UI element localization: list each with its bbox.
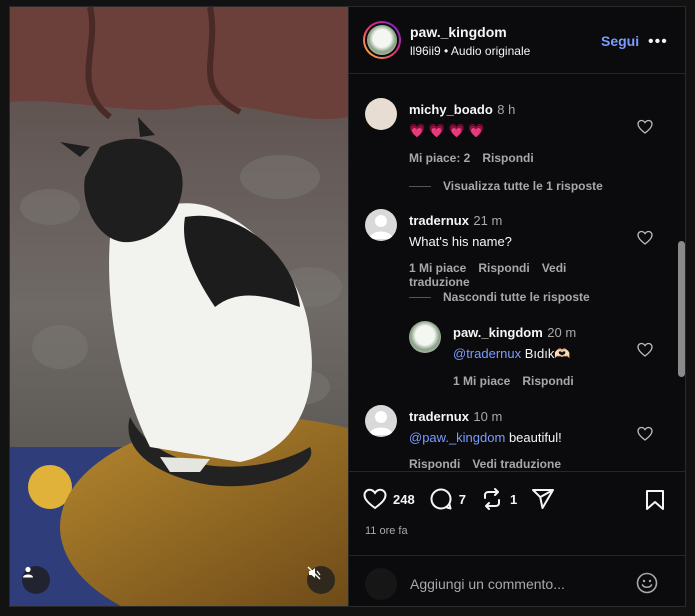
comment-text: Bıdık🫶🏻	[524, 346, 571, 361]
comment-text: 💗 💗 💗 💗	[409, 123, 485, 138]
heart-icon[interactable]	[637, 230, 653, 246]
post-time[interactable]: 11 ore fa	[365, 525, 408, 537]
comment-text: beautiful!	[508, 430, 562, 445]
comment-likes[interactable]: Mi piace: 2	[409, 151, 470, 165]
commenter-avatar[interactable]	[365, 98, 397, 130]
comment-likes[interactable]: 1 Mi piace	[409, 261, 466, 275]
audio-subtitle[interactable]: ll96ii9 • Audio originale	[410, 44, 530, 58]
reply-button[interactable]: Rispondi	[482, 151, 533, 165]
comment-username[interactable]: paw._kingdom	[453, 325, 543, 340]
comment-username[interactable]: tradernux	[409, 409, 469, 424]
post-dialog: paw._kingdom ll96ii9 • Audio originale S…	[9, 6, 686, 607]
commenter-avatar[interactable]	[409, 321, 441, 353]
reply-button[interactable]: Rispondi	[522, 374, 573, 388]
comment-time: 20 m	[547, 325, 577, 340]
heart-icon[interactable]	[363, 488, 387, 510]
comment-input[interactable]: Aggiungi un commento...	[410, 576, 565, 592]
repost-icon[interactable]	[480, 487, 504, 511]
bookmark-icon[interactable]	[645, 489, 665, 511]
comments-panel: paw._kingdom ll96ii9 • Audio originale S…	[348, 7, 685, 606]
comment-time: 8 h	[497, 102, 516, 117]
comment-icon[interactable]	[429, 487, 453, 511]
hide-replies-button[interactable]: Nascondi tutte le risposte	[409, 290, 590, 304]
comment-time: 10 m	[473, 409, 503, 424]
follow-button[interactable]: Segui	[601, 33, 639, 49]
author-avatar[interactable]	[363, 21, 401, 59]
post-header: paw._kingdom ll96ii9 • Audio originale S…	[349, 7, 685, 74]
comment-username[interactable]: michy_boado	[409, 102, 493, 117]
translate-button[interactable]: Vedi traduzione	[472, 457, 561, 470]
reply-button[interactable]: Rispondi	[409, 457, 460, 470]
comments-scrollbar[interactable]	[678, 241, 685, 377]
reply-button[interactable]: Rispondi	[478, 261, 529, 275]
author-username[interactable]: paw._kingdom	[410, 24, 507, 40]
comment-username[interactable]: tradernux	[409, 213, 469, 228]
commenter-avatar[interactable]	[365, 405, 397, 437]
emoji-icon[interactable]	[636, 572, 658, 594]
add-comment-row: Aggiungi un commento...	[349, 555, 685, 606]
reposts-count[interactable]: 1	[510, 492, 517, 507]
comments-list[interactable]: michy_boado 8 h 💗 💗 💗 💗 Mi piace: 2 Rispo…	[349, 74, 685, 470]
heart-icon[interactable]	[637, 426, 653, 442]
mention-link[interactable]: @paw._kingdom	[409, 430, 505, 445]
commenter-avatar[interactable]	[365, 209, 397, 241]
share-icon[interactable]	[531, 487, 555, 511]
user-icon	[23, 566, 33, 578]
mute-icon	[307, 566, 321, 580]
heart-icon[interactable]	[637, 119, 653, 135]
reel-video[interactable]	[10, 7, 348, 606]
more-options-icon[interactable]: •••	[648, 33, 668, 51]
post-actions: 248 7 1 11 ore fa Aggiungi un commento..…	[349, 471, 685, 606]
tagged-users-button[interactable]	[22, 566, 50, 594]
view-replies-button[interactable]: Visualizza tutte le 1 risposte	[409, 179, 603, 193]
cat-photo	[10, 7, 348, 606]
heart-icon[interactable]	[637, 342, 653, 358]
current-user-avatar	[365, 568, 397, 600]
comment-time: 21 m	[473, 213, 503, 228]
likes-count[interactable]: 248	[393, 492, 415, 507]
mention-link[interactable]: @tradernux	[453, 346, 521, 361]
mute-button[interactable]	[307, 566, 335, 594]
comment-likes[interactable]: 1 Mi piace	[453, 374, 510, 388]
comment-text: What's his name?	[409, 234, 512, 249]
comments-count[interactable]: 7	[459, 492, 466, 507]
